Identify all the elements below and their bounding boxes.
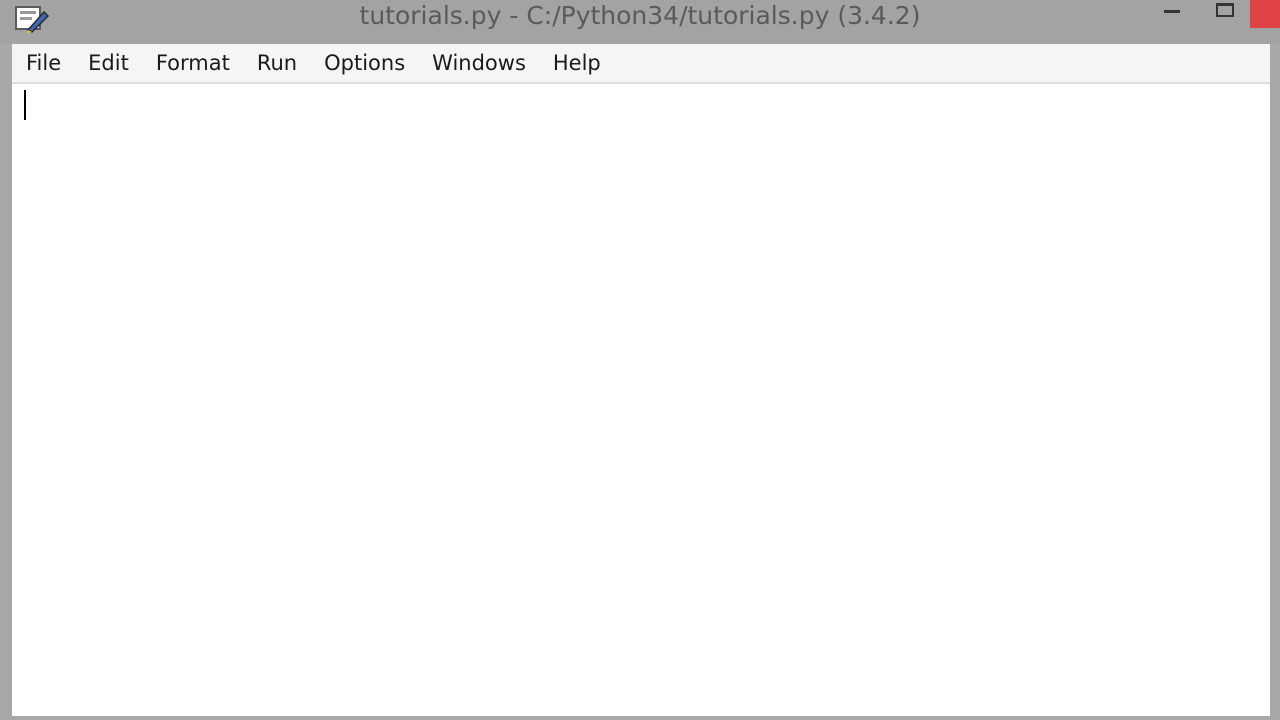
menu-file[interactable]: File (16, 43, 70, 83)
menu-windows[interactable]: Windows (422, 43, 535, 83)
close-button[interactable] (1250, 0, 1280, 28)
menu-format[interactable]: Format (146, 43, 239, 83)
title-bar[interactable]: tutorials.py - C:/Python34/tutorials.py … (0, 0, 1280, 44)
minimize-icon (1164, 10, 1180, 13)
menu-run[interactable]: Run (247, 43, 306, 83)
window-right-border (1270, 44, 1280, 720)
window-title: tutorials.py - C:/Python34/tutorials.py … (359, 1, 921, 30)
menu-help[interactable]: Help (543, 43, 610, 83)
maximize-button[interactable] (1204, 0, 1244, 22)
text-cursor (24, 90, 26, 120)
menu-options[interactable]: Options (314, 43, 414, 83)
idle-editor-window: tutorials.py - C:/Python34/tutorials.py … (0, 0, 1280, 720)
window-bottom-border (0, 716, 1280, 720)
code-editor-text-area[interactable] (12, 84, 1270, 716)
menu-edit[interactable]: Edit (78, 43, 138, 83)
menu-bar: File Edit Format Run Options Windows Hel… (12, 44, 1270, 84)
editor-client-area: File Edit Format Run Options Windows Hel… (12, 44, 1270, 716)
maximize-icon (1216, 3, 1234, 17)
minimize-button[interactable] (1152, 0, 1192, 22)
